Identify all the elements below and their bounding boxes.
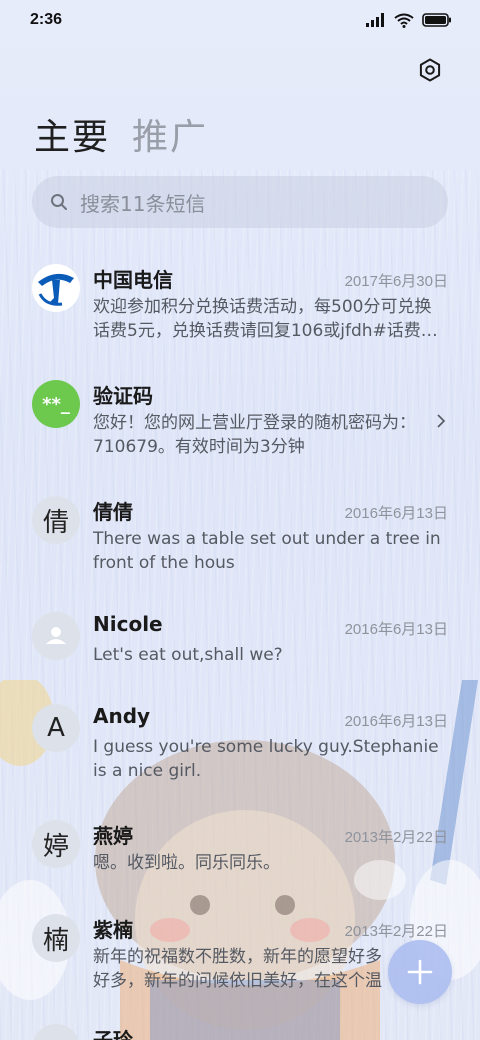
signal-icon xyxy=(366,13,384,27)
contact-name: Nicole xyxy=(93,612,163,636)
conversation-list: 中国电信 2017年6月30日 欢迎参加积分兑换话费活动，每500分可兑换话费5… xyxy=(0,246,480,1040)
conversation-item[interactable]: A Andy 2016年6月13日 I guess you're some lu… xyxy=(0,692,480,808)
avatar xyxy=(32,1024,80,1040)
new-message-button[interactable] xyxy=(388,940,452,1004)
plus-icon xyxy=(407,959,433,985)
conversation-item[interactable]: 婷 燕婷 2013年2月22日 嗯。收到啦。同乐同乐。 xyxy=(0,808,480,902)
search-input[interactable]: 搜索11条短信 xyxy=(80,188,205,217)
search-bar[interactable]: 搜索11条短信 xyxy=(32,176,448,228)
message-snippet: 您好！您的网上营业厅登录的随机密码为：710679。有效时间为3分钟 xyxy=(93,413,416,457)
status-bar: 2:36 xyxy=(0,0,480,40)
avatar: **_ xyxy=(32,380,80,428)
conversation-item[interactable]: 子玲 xyxy=(0,1010,480,1040)
conversation-item[interactable]: Nicole 2016年6月13日 Let's eat out,shall we… xyxy=(0,598,480,692)
avatar-text: **_ xyxy=(42,393,70,415)
avatar-text: 楠 xyxy=(42,925,69,956)
avatar: 倩 xyxy=(32,496,80,544)
message-snippet: 新年的祝福数不胜数，新年的愿望好多好多，新年的问候依旧美好，在这个温馨的时刻 xyxy=(93,947,382,991)
contact-name: 燕婷 xyxy=(93,824,133,848)
contact-name: Andy xyxy=(93,704,151,728)
search-icon xyxy=(51,194,67,210)
message-snippet: Let's eat out,shall we? xyxy=(93,645,283,665)
telecom-logo-icon xyxy=(32,264,80,312)
avatar-text: 婷 xyxy=(42,831,69,862)
settings-button[interactable] xyxy=(416,56,444,84)
contact-name: 倩倩 xyxy=(93,500,133,524)
message-date: 2013年2月22日 xyxy=(344,923,448,940)
tab-primary[interactable]: 主要 xyxy=(34,108,110,160)
message-snippet: 嗯。收到啦。同乐同乐。 xyxy=(93,853,280,873)
message-date: 2017年6月30日 xyxy=(344,273,448,290)
contact-name: 验证码 xyxy=(93,384,153,408)
battery-icon xyxy=(422,13,451,27)
status-icons xyxy=(366,13,452,28)
tab-promotions[interactable]: 推广 xyxy=(132,108,208,160)
message-date: 2016年6月13日 xyxy=(344,505,448,522)
avatar: 楠 xyxy=(32,914,80,962)
message-snippet: I guess you're some lucky guy.Stephanie … xyxy=(93,737,439,781)
chevron-right-icon[interactable] xyxy=(434,414,448,428)
avatar: A xyxy=(32,704,80,752)
avatar-text: A xyxy=(47,713,65,743)
message-snippet: There was a table set out under a tree i… xyxy=(93,529,441,573)
contact-name: 子玲 xyxy=(93,1028,133,1040)
conversation-item[interactable]: 中国电信 2017年6月30日 欢迎参加积分兑换话费活动，每500分可兑换话费5… xyxy=(0,246,480,364)
wifi-icon xyxy=(394,13,414,28)
status-time: 2:36 xyxy=(30,11,63,28)
contact-name: 中国电信 xyxy=(93,268,173,292)
message-date: 2016年6月13日 xyxy=(344,621,448,638)
avatar-text: 倩 xyxy=(42,507,69,538)
message-snippet: 欢迎参加积分兑换话费活动，每500分可兑换话费5元，兑换话费请回复106或jfd… xyxy=(93,297,438,341)
contact-name: 紫楠 xyxy=(93,918,133,942)
gear-icon xyxy=(419,58,441,82)
avatar: 婷 xyxy=(32,820,80,868)
conversation-item[interactable]: 倩 倩倩 2016年6月13日 There was a table set ou… xyxy=(0,482,480,598)
person-icon xyxy=(32,612,80,660)
message-date: 2013年2月22日 xyxy=(344,829,448,846)
conversation-item[interactable]: **_ 验证码 您好！您的网上营业厅登录的随机密码为：710679。有效时间为3… xyxy=(0,364,480,482)
tab-bar: 主要 推广 xyxy=(34,108,208,160)
message-date: 2016年6月13日 xyxy=(344,713,448,730)
